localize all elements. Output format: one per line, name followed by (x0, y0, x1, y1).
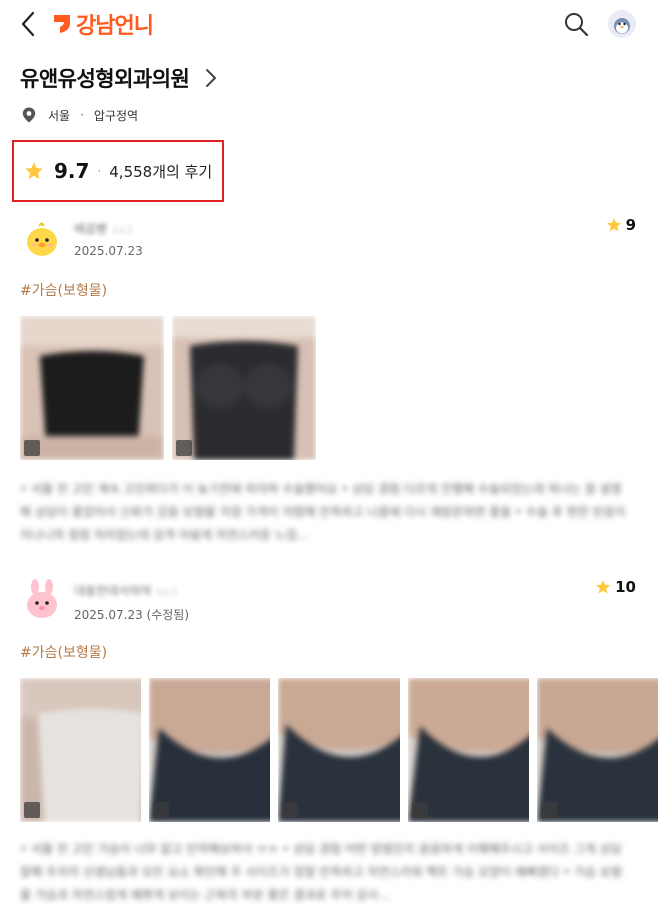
star-icon (596, 580, 611, 594)
photo-image (278, 678, 400, 822)
photo-badge-icon (411, 802, 428, 818)
logo-mark-icon (54, 15, 70, 33)
photo-image (536, 678, 658, 822)
profile-avatar[interactable] (608, 10, 636, 38)
star-icon (25, 162, 43, 180)
star-icon (606, 218, 621, 232)
author-name: 대봉한데서하며 (74, 584, 152, 598)
location-station: 압구정역 (93, 108, 139, 123)
review-photo[interactable] (149, 678, 271, 822)
search-icon (565, 13, 589, 37)
location-city: 서울 (48, 108, 71, 123)
review-tag[interactable]: #가슴(보형물) (20, 280, 107, 300)
rating-separator: · (97, 164, 102, 178)
clinic-location: 서울 · 압구정역 (22, 104, 138, 126)
review-photo[interactable] (536, 678, 658, 822)
search-button[interactable] (562, 10, 590, 38)
review-photos (20, 316, 316, 460)
photo-image (407, 678, 529, 822)
photo-badge-icon (282, 802, 299, 818)
rating-summary[interactable]: 9.7 · 4,558개의 후기 (12, 140, 224, 202)
logo-text: 강남언니 (76, 14, 154, 39)
review-tag[interactable]: #가슴(보형물) (20, 642, 107, 662)
review-photo[interactable] (20, 678, 142, 822)
review-date: 2025.07.23 (74, 244, 143, 258)
back-button[interactable] (14, 9, 44, 39)
review-author: 배꼽빵 Lv.1 (74, 220, 133, 237)
bunny-avatar-icon (27, 579, 57, 618)
review-author: 대봉한데서하며 Lv.1 (74, 582, 178, 599)
review-text[interactable]: • 서울 전 고민 가슴이 너무 없고 빈약해보여서 ㅠㅠ • 상담 경험 어떤… (20, 838, 630, 908)
review-photos (20, 678, 658, 822)
clinic-title-link[interactable]: 유앤유성형외과의원 (20, 62, 219, 94)
review-photo[interactable] (407, 678, 529, 822)
photo-badge-icon (176, 440, 192, 456)
review-count: 4,558개의 후기 (109, 162, 213, 181)
review-score-value: 10 (615, 578, 636, 596)
photo-image (20, 678, 142, 822)
chevron-left-icon (21, 11, 35, 37)
location-pin-icon (22, 107, 36, 123)
photo-badge-icon (540, 802, 557, 818)
rating-score: 9.7 (54, 159, 90, 183)
photo-badge-icon (153, 802, 170, 818)
chick-avatar-icon (27, 222, 57, 256)
top-bar: 강남언니 (0, 0, 658, 48)
review-text[interactable]: • 서울 전 고민 계속 고민하다가 이 늦기전에 하자며 수술했어요 • 상담… (20, 478, 630, 548)
chevron-right-icon (206, 69, 217, 87)
location-separator: · (80, 108, 84, 122)
brand-logo[interactable]: 강남언니 (52, 10, 154, 39)
photo-image (149, 678, 271, 822)
review-card[interactable]: 배꼽빵 Lv.1 2025.07.23 9 #가슴(보형물) • 서울 전 고민… (0, 210, 658, 550)
review-score: 10 (595, 578, 636, 596)
photo-badge-icon (24, 802, 40, 818)
review-photo[interactable] (172, 316, 316, 460)
author-name: 배꼽빵 (74, 222, 108, 236)
review-score-value: 9 (625, 216, 636, 234)
photo-image (20, 316, 164, 460)
review-date: 2025.07.23 (수정됨) (74, 608, 190, 622)
avatar-icon (608, 10, 636, 38)
author-level: Lv.1 (113, 225, 134, 236)
photo-badge-icon (24, 440, 40, 456)
photo-image (172, 316, 316, 460)
clinic-name: 유앤유성형외과의원 (20, 67, 190, 91)
review-card[interactable]: 대봉한데서하며 Lv.1 2025.07.23 (수정됨) 10 #가슴(보형물) (0, 572, 658, 922)
review-photo[interactable] (20, 316, 164, 460)
review-photo[interactable] (278, 678, 400, 822)
app-root: 강남언니 유앤유성형외과의원 서울 · 압구정역 9.7 · 4,558개의 후… (0, 0, 658, 922)
author-level: Lv.1 (157, 587, 178, 598)
review-score: 9 (606, 216, 636, 234)
